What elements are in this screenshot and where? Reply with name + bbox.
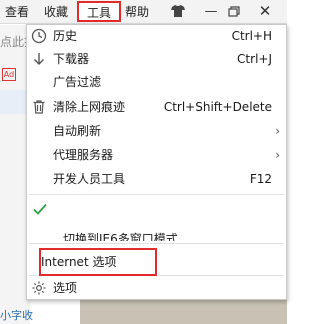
menu-item-auto-refresh[interactable]: 自动刷新 ›: [27, 120, 286, 143]
menu-tools[interactable]: 工具: [77, 1, 121, 22]
menu-item-label: 代理服务器: [53, 148, 114, 162]
download-arrow-icon: [34, 53, 44, 65]
menu-item-shortcut: Ctrl+H: [231, 29, 272, 43]
page-image: [80, 300, 287, 324]
menu-item-shortcut: Ctrl+J: [237, 52, 272, 66]
menu-item-shortcut: F12: [249, 172, 272, 186]
menu-item-label: 广告过滤: [53, 75, 102, 89]
menu-item-downloads[interactable]: 下载器 Ctrl+J: [27, 48, 286, 71]
menu-item-devtools[interactable]: 开发人员工具 F12: [27, 168, 286, 191]
menu-item-clear-history[interactable]: 清除上网痕迹 Ctrl+Shift+Delete: [27, 96, 286, 119]
menu-item-label: 开发人员工具: [53, 172, 126, 186]
menu-item-label: 切换到IE6多窗口模式: [63, 232, 178, 241]
menu-item-label: 下载器: [53, 52, 90, 66]
menu-item-history[interactable]: 历史 Ctrl+H: [27, 25, 286, 48]
gear-icon: [32, 281, 46, 295]
menu-separator: [29, 243, 284, 244]
menu-separator: [29, 194, 284, 195]
close-icon: ✕: [258, 2, 272, 20]
menu-item-label: 选项: [53, 281, 78, 295]
menu-item-label: 历史: [53, 29, 78, 43]
page-text-fragment: 小字收: [0, 309, 33, 322]
restore-button[interactable]: [219, 0, 249, 22]
menu-favorites[interactable]: 收藏: [44, 4, 68, 20]
chevron-right-icon: ›: [275, 148, 280, 162]
trash-icon: [33, 100, 45, 114]
chevron-right-icon: ›: [275, 124, 280, 138]
close-button[interactable]: ✕: [250, 0, 280, 22]
menu-help[interactable]: 帮助: [125, 4, 149, 20]
clock-icon: [31, 28, 47, 44]
restore-icon: [228, 5, 240, 17]
checkmark-icon: [33, 203, 47, 215]
menu-item-shortcut: Ctrl+Shift+Delete: [163, 100, 272, 114]
menu-item-options[interactable]: 选项: [27, 277, 286, 300]
menu-item-label: 清除上网痕迹: [53, 100, 126, 114]
menu-item-label: 自动刷新: [53, 124, 102, 138]
ad-badge: Ad: [2, 68, 16, 81]
menu-view[interactable]: 查看: [5, 4, 29, 20]
tools-dropdown-menu: 历史 Ctrl+H 下载器 Ctrl+J 广告过滤 清除上网痕迹 Ctrl+Sh…: [26, 24, 287, 300]
internet-options-highlight: [39, 248, 157, 276]
minimize-icon: —: [204, 3, 218, 19]
menu-item-ie-mode[interactable]: 切换到IE6多窗口模式: [63, 221, 178, 241]
menu-bar: 查看 收藏 工具 帮助 — ✕: [0, 0, 287, 24]
menu-item-proxy[interactable]: 代理服务器 ›: [27, 144, 286, 167]
skin-icon[interactable]: [163, 0, 193, 22]
menu-item-adblock[interactable]: 广告过滤: [27, 71, 286, 94]
